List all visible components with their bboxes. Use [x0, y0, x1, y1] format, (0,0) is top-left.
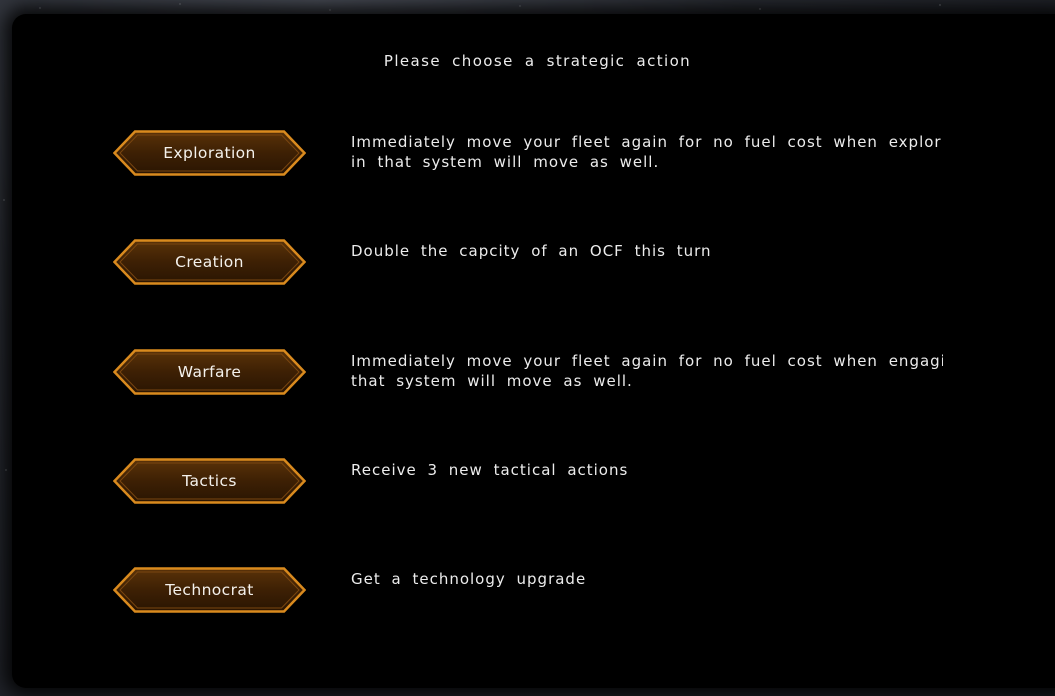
action-row-exploration: Exploration Immediately move your fleet … [0, 130, 1055, 178]
description-line: Immediately move your fleet again for no… [351, 352, 943, 370]
warfare-button[interactable]: Warfare [113, 349, 306, 395]
description-line: Double the capcity of an OCF this turn [351, 242, 712, 260]
action-row-creation: Creation Double the capcity of an OCF th… [0, 239, 1055, 287]
creation-description: Double the capcity of an OCF this turn [351, 241, 943, 261]
description-line: Get a technology upgrade [351, 570, 587, 588]
action-row-technocrat: Technocrat Get a technology upgrade [0, 567, 1055, 615]
description-line: Receive 3 new tactical actions [351, 461, 629, 479]
technocrat-button[interactable]: Technocrat [113, 567, 306, 613]
description-line: in that system will move as well. [351, 153, 660, 171]
tactics-button[interactable]: Tactics [113, 458, 306, 504]
dialog-prompt: Please choose a strategic action [383, 52, 692, 70]
description-line: that system will move as well. [351, 372, 633, 390]
creation-button-label: Creation [175, 253, 244, 271]
technocrat-button-label: Technocrat [165, 581, 254, 599]
action-row-warfare: Warfare Immediately move your fleet agai… [0, 349, 1055, 397]
warfare-description: Immediately move your fleet again for no… [351, 351, 943, 391]
description-line: Immediately move your fleet again for no… [351, 133, 943, 151]
tactics-button-label: Tactics [182, 472, 237, 490]
creation-button[interactable]: Creation [113, 239, 306, 285]
tactics-description: Receive 3 new tactical actions [351, 460, 943, 480]
exploration-description: Immediately move your fleet again for no… [351, 132, 943, 172]
exploration-button[interactable]: Exploration [113, 130, 306, 176]
exploration-button-label: Exploration [163, 144, 256, 162]
warfare-button-label: Warfare [177, 363, 242, 381]
technocrat-description: Get a technology upgrade [351, 569, 943, 589]
action-row-tactics: Tactics Receive 3 new tactical actions [0, 458, 1055, 506]
